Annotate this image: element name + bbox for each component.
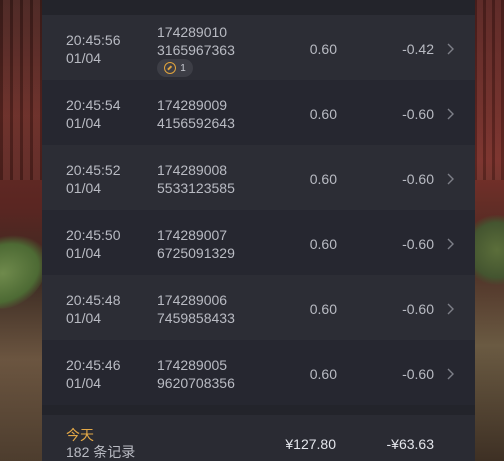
record-count-label: 182 条记录: [66, 444, 136, 460]
record-order-id-line1: 174289009: [157, 97, 228, 113]
record-amount: 0.60: [309, 41, 337, 57]
record-time-date: 01/04: [66, 115, 102, 131]
record-order-id-line2: 5533123585: [157, 180, 235, 196]
record-profit: -0.60: [402, 366, 434, 382]
record-order-id: 174289008 5533123585: [157, 161, 235, 197]
record-time-date: 01/04: [66, 310, 102, 326]
record-order-id-line2: 7459858433: [157, 310, 235, 326]
record-time-date: 01/04: [66, 245, 102, 261]
refresh-count: 1: [180, 62, 186, 74]
record-time-date: 01/04: [66, 180, 102, 196]
today-label: 今天: [66, 427, 94, 443]
record-time-date: 01/04: [66, 50, 102, 66]
record-amount: 0.60: [309, 366, 337, 382]
chevron-right-icon[interactable]: [446, 43, 456, 55]
panel-top-strip: [42, 0, 475, 15]
record-amount: 0.60: [309, 236, 337, 252]
total-profit: -¥63.63: [386, 436, 434, 452]
record-order-id: 174289007 6725091329: [157, 226, 235, 262]
record-time-clock: 20:45:56: [66, 32, 121, 48]
record-profit: -0.42: [402, 41, 434, 57]
records-panel: 20:45:56 01/04 174289010 3165967363 1 0.…: [42, 0, 475, 461]
record-time: 20:45:50 01/04: [66, 226, 121, 262]
record-amount: 0.60: [309, 301, 337, 317]
record-time: 20:45:54 01/04: [66, 96, 121, 132]
record-order-id-line2: 4156592643: [157, 115, 235, 131]
record-time: 20:45:56 01/04: [66, 31, 121, 67]
record-time-clock: 20:45:54: [66, 97, 121, 113]
record-row[interactable]: 20:45:48 01/04 174289006 7459858433 0.60…: [42, 275, 475, 340]
record-order-id: 174289009 4156592643: [157, 96, 235, 132]
record-time-clock: 20:45:52: [66, 162, 121, 178]
chevron-right-icon[interactable]: [446, 238, 456, 250]
record-order-id-line2: 3165967363: [157, 42, 235, 58]
record-row[interactable]: 20:45:52 01/04 174289008 5533123585 0.60…: [42, 145, 475, 210]
record-amount: 0.60: [309, 106, 337, 122]
record-time: 20:45:46 01/04: [66, 356, 121, 392]
record-time: 20:45:52 01/04: [66, 161, 121, 197]
record-time-clock: 20:45:50: [66, 227, 121, 243]
record-profit: -0.60: [402, 171, 434, 187]
record-order-id: 174289005 9620708356: [157, 356, 235, 392]
record-order-id-line2: 6725091329: [157, 245, 235, 261]
chevron-right-icon[interactable]: [446, 368, 456, 380]
record-order-id: 174289010 3165967363: [157, 23, 235, 59]
chevron-right-icon[interactable]: [446, 303, 456, 315]
record-order-id-line1: 174289008: [157, 162, 228, 178]
record-time-clock: 20:45:48: [66, 292, 121, 308]
record-profit: -0.60: [402, 236, 434, 252]
chevron-right-icon[interactable]: [446, 173, 456, 185]
record-time-clock: 20:45:46: [66, 357, 121, 373]
record-row[interactable]: 20:45:56 01/04 174289010 3165967363 1 0.…: [42, 15, 475, 80]
record-order-id-line1: 174289010: [157, 24, 228, 40]
record-row[interactable]: 20:45:46 01/04 174289005 9620708356 0.60…: [42, 340, 475, 405]
record-time: 20:45:48 01/04: [66, 291, 121, 327]
chevron-right-icon[interactable]: [446, 108, 456, 120]
record-order-id-line1: 174289007: [157, 227, 228, 243]
record-amount: 0.60: [309, 171, 337, 187]
record-row[interactable]: 20:45:50 01/04 174289007 6725091329 0.60…: [42, 210, 475, 275]
summary-footer: 今天 182 条记录 ¥127.80 -¥63.63: [42, 415, 475, 461]
record-profit: -0.60: [402, 106, 434, 122]
record-order-id-line1: 174289005: [157, 357, 228, 373]
record-order-id-line2: 9620708356: [157, 375, 235, 391]
record-time-date: 01/04: [66, 375, 102, 391]
record-order-id: 174289006 7459858433: [157, 291, 235, 327]
record-order-id-line1: 174289006: [157, 292, 228, 308]
record-profit: -0.60: [402, 301, 434, 317]
game-record-screen: 20:45:56 01/04 174289010 3165967363 1 0.…: [0, 0, 504, 461]
refresh-icon: [164, 62, 177, 74]
total-amount: ¥127.80: [285, 436, 336, 452]
record-row[interactable]: 20:45:54 01/04 174289009 4156592643 0.60…: [42, 80, 475, 145]
refresh-count-badge[interactable]: 1: [157, 59, 193, 77]
